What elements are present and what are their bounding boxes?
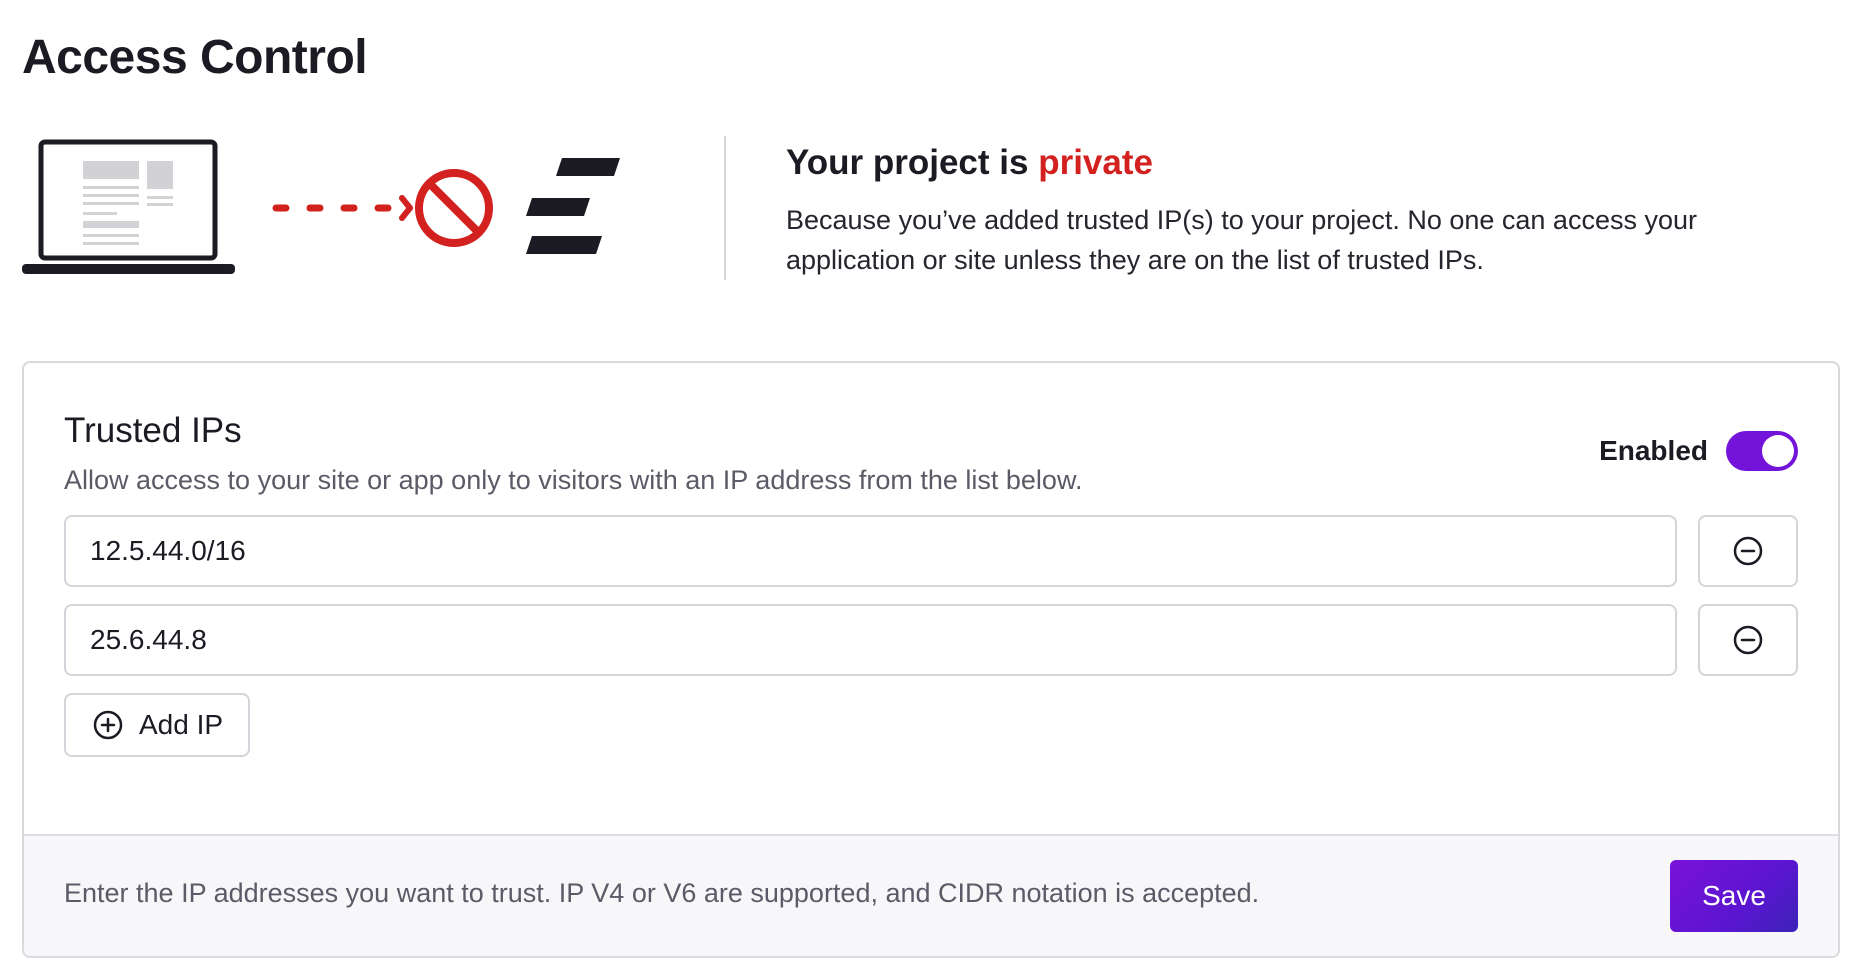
card-subtitle: Allow access to your site or app only to… [64,465,1083,495]
add-ip-label: Add IP [138,709,224,740]
ip-entry-row [64,515,1798,587]
plus-circle-icon [93,710,123,740]
status-heading: Your project is private [786,142,1786,184]
enabled-toggle[interactable] [1726,431,1798,471]
ip-entry-row [64,604,1798,676]
blocked-icon [415,169,493,247]
toggle-knob [1762,435,1794,467]
page-title: Access Control [22,31,368,84]
add-ip-button[interactable]: Add IP [64,693,250,757]
save-button[interactable]: Save [1670,860,1798,932]
trusted-ips-card: Trusted IPs Allow access to your site or… [22,361,1840,958]
remove-ip-button[interactable] [1698,515,1798,587]
dashed-arrow-icon [272,195,413,221]
status-value: private [1038,143,1153,182]
trusted-ips-card-body: Trusted IPs Allow access to your site or… [24,363,1838,838]
platform-logo-icon [526,158,620,254]
ip-input[interactable] [64,604,1677,676]
status-description: Because you’ve added trusted IP(s) to yo… [786,205,1697,275]
enabled-toggle-group: Enabled [1599,431,1798,471]
laptop-icon [22,139,235,274]
remove-ip-button[interactable] [1698,604,1798,676]
minus-circle-icon [1733,625,1763,655]
footer-hint: Enter the IP addresses you want to trust… [64,878,1260,908]
private-access-illustration [22,130,642,290]
status-message: Your project is private Because you’ve a… [786,142,1786,280]
ip-input[interactable] [64,515,1677,587]
toggle-label: Enabled [1599,435,1708,466]
card-footer: Enter the IP addresses you want to trust… [24,834,1838,956]
card-title: Trusted IPs [64,411,242,450]
access-status-banner: Your project is private Because you’ve a… [22,130,1842,290]
hero-divider [724,136,726,280]
status-heading-prefix: Your project is [786,143,1029,182]
minus-circle-icon [1733,536,1763,566]
